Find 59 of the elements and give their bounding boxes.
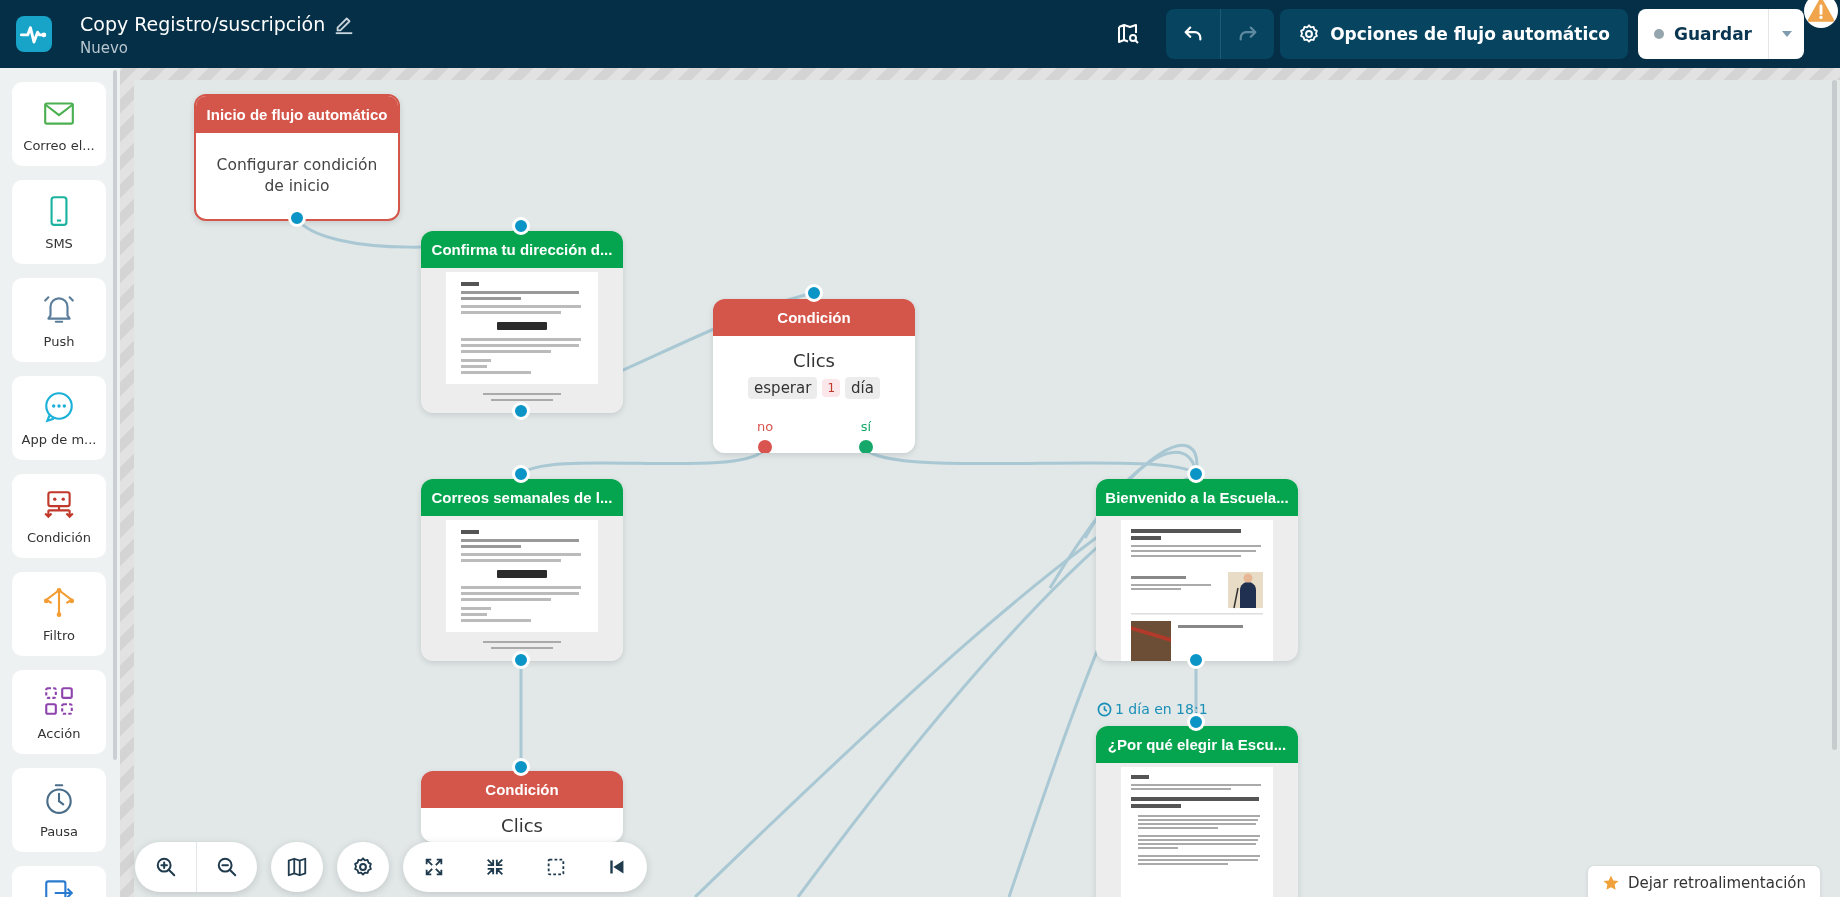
sidebar-item[interactable]: App de m... (12, 376, 106, 460)
node-title: Confirma tu dirección d... (421, 231, 623, 268)
clock-icon (1097, 701, 1112, 717)
feedback-button[interactable]: Dejar retroalimentación (1587, 866, 1820, 897)
node-title: Inicio de flujo automático (196, 96, 398, 133)
start-condition-text[interactable]: Configurar condición de inicio (196, 133, 398, 219)
connection-port[interactable] (512, 758, 530, 776)
condition-rule: Clics (793, 350, 835, 371)
flow-options-button[interactable]: Opciones de flujo automático (1280, 9, 1629, 59)
branch-port[interactable] (756, 438, 774, 453)
zoom-out-icon (216, 856, 238, 878)
connection-port[interactable] (805, 284, 823, 302)
sidebar-item[interactable]: Filtro (12, 572, 106, 656)
zoom-in-icon (154, 856, 177, 878)
sidebar-item[interactable]: Correo el... (12, 82, 106, 166)
node-title: Condición (713, 299, 915, 336)
save-button[interactable]: Guardar (1638, 9, 1768, 59)
flow-status: Nuevo (80, 39, 129, 57)
node-title: ¿Por qué elegir la Escu... (1096, 726, 1298, 763)
delay-text: 1 día en 18:1 (1115, 701, 1208, 717)
start-node[interactable]: Inicio de flujo automático Configurar condición de inicio (194, 94, 400, 221)
logo-icon (16, 16, 52, 52)
chat-bubble-icon (42, 389, 76, 424)
sidebar-item[interactable]: Pausa (12, 768, 106, 852)
condition-node[interactable]: Condición Clics esperar 1 día no sí (713, 299, 915, 453)
connection-port[interactable] (512, 465, 530, 483)
node-title: Correos semanales de l... (421, 479, 623, 516)
branch-label: sí (860, 419, 872, 434)
guide-button[interactable] (271, 842, 323, 892)
scrollbar[interactable] (1832, 80, 1837, 750)
settings-icon (1298, 23, 1321, 45)
wait-value: 1 (822, 379, 841, 397)
connection-port[interactable] (1187, 651, 1205, 669)
branch-icon (42, 585, 76, 620)
condition-rule: Clics (501, 815, 543, 836)
book-icon (286, 856, 308, 878)
scrollbar[interactable] (113, 70, 117, 760)
branch-port[interactable] (857, 438, 875, 453)
sidebar-item[interactable]: Push (12, 278, 106, 362)
settings-icon (352, 856, 374, 878)
connection-port[interactable] (1187, 713, 1205, 731)
canvas-settings-button[interactable] (337, 842, 389, 892)
sidebar-item[interactable]: Condición (12, 474, 106, 558)
connection-port[interactable] (512, 402, 530, 420)
condition-node[interactable]: Condición Clics (421, 771, 623, 842)
sidebar-item[interactable]: Acción (12, 670, 106, 754)
wait-label: esperar (748, 377, 818, 399)
sidebar-item[interactable]: SMS (12, 180, 106, 264)
connection-port[interactable] (512, 651, 530, 669)
node-title: Condición (421, 771, 623, 808)
caret-icon (1781, 31, 1792, 37)
branch-label: no (756, 419, 774, 434)
connection-port[interactable] (1187, 465, 1205, 483)
flow-title: Copy Registro/suscripción (80, 13, 326, 35)
warning-icon[interactable] (1804, 0, 1838, 28)
node-title: Bienvenido a la Escuela... (1096, 479, 1298, 516)
wait-label: día (845, 377, 880, 399)
connection-port[interactable] (512, 217, 530, 235)
map-search-icon[interactable] (1116, 22, 1141, 46)
